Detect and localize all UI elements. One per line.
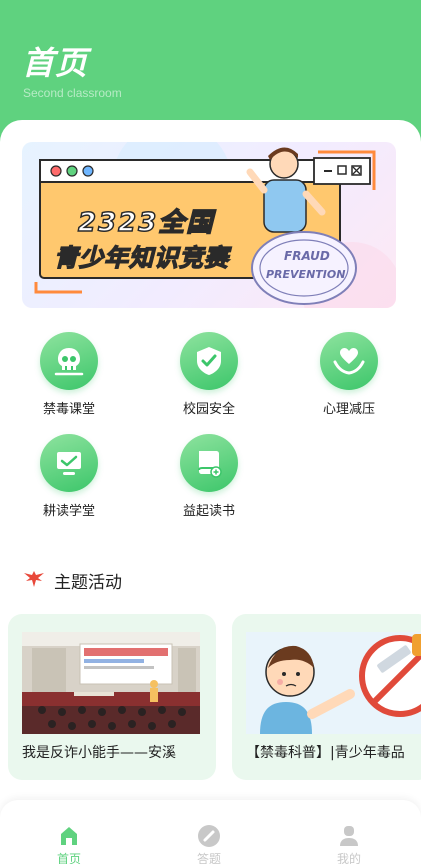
activity-card[interactable]: 【禁毒科普】|青少年毒品 <box>232 614 421 780</box>
main-content: FRAUD PREVENTION 2323全国 青少年知识竞赛 禁毒课堂 校园安… <box>0 120 421 810</box>
feature-reading[interactable]: 益起读书 <box>164 434 254 519</box>
tab-quiz[interactable]: 答题 <box>169 824 249 864</box>
feature-label: 益起读书 <box>182 504 235 519</box>
skull-icon <box>40 332 98 390</box>
page-title: 首页 <box>22 44 89 82</box>
banner-year-highlight: 全国 <box>158 207 215 239</box>
section-title: 主题活动 <box>54 573 122 593</box>
tab-home[interactable]: 首页 <box>29 824 109 864</box>
monitor-book-icon <box>40 434 98 492</box>
feature-label: 校园安全 <box>182 402 235 417</box>
pencil-icon <box>169 824 249 848</box>
activity-card-title: 【禁毒科普】|青少年毒品 <box>246 745 405 761</box>
feature-farm-study-hall[interactable]: 耕读学堂 <box>24 434 114 519</box>
feature-stress-relief[interactable]: 心理减压 <box>304 332 394 417</box>
heart-hands-icon <box>320 332 378 390</box>
eagle-icon <box>22 569 46 593</box>
banner-year-prefix: 2323 <box>77 207 159 239</box>
tab-label: 答题 <box>196 852 221 864</box>
feature-label: 心理减压 <box>322 402 375 417</box>
banner-headline: 青少年知识竞赛 <box>53 243 229 272</box>
feature-campus-safety[interactable]: 校园安全 <box>164 332 254 417</box>
feature-label: 耕读学堂 <box>42 504 95 519</box>
banner-knowledge-contest[interactable]: FRAUD PREVENTION 2323全国 青少年知识竞赛 <box>22 142 396 308</box>
user-icon <box>309 824 389 848</box>
activity-card[interactable]: 我是反诈小能手——安溪 <box>8 614 216 780</box>
page-subtitle: Second classroom <box>23 86 122 100</box>
bottom-tab-bar: 首页 答题 我的 <box>0 800 421 864</box>
shield-check-icon <box>180 332 238 390</box>
tab-label: 首页 <box>56 852 81 864</box>
banner-year: 2323全国 <box>77 202 215 239</box>
activity-photo <box>22 632 200 734</box>
stamp-text-1: FRAUD <box>284 249 330 263</box>
activity-card-title: 我是反诈小能手——安溪 <box>22 745 176 761</box>
book-icon <box>180 434 238 492</box>
feature-label: 禁毒课堂 <box>42 402 95 417</box>
tab-profile[interactable]: 我的 <box>309 824 389 864</box>
tab-label: 我的 <box>336 852 361 864</box>
home-icon <box>29 824 109 848</box>
activity-photo <box>246 632 421 734</box>
stamp-text-2: PREVENTION <box>266 268 345 281</box>
section-theme-activities: 主题活动 <box>22 568 122 593</box>
feature-anti-drug-class[interactable]: 禁毒课堂 <box>24 332 114 417</box>
